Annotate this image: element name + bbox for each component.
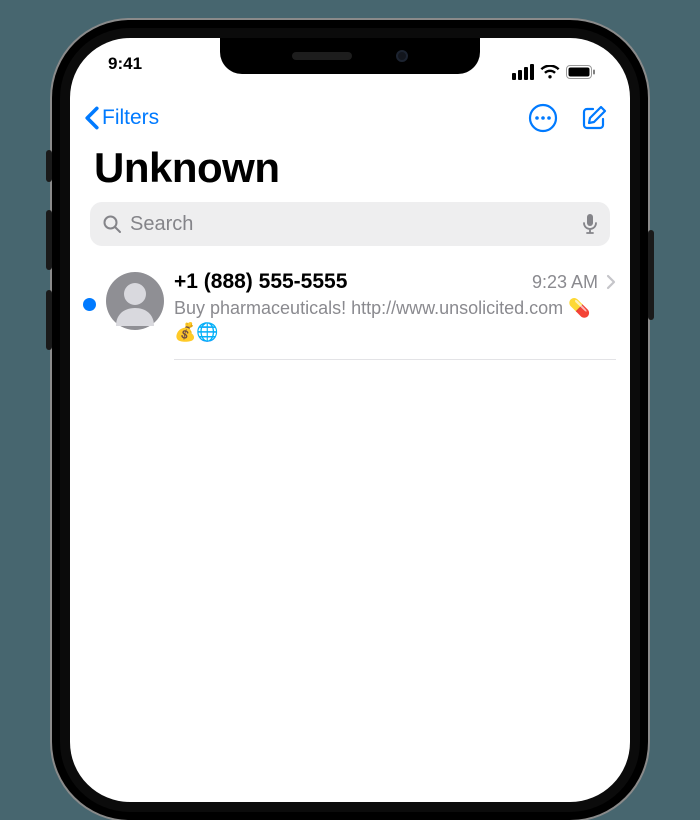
compose-icon — [580, 104, 608, 132]
message-preview: Buy pharmaceuticals! http://www.unsolici… — [174, 294, 616, 345]
power-button — [648, 230, 654, 320]
chevron-left-icon — [84, 106, 100, 130]
person-icon — [106, 272, 164, 330]
back-button[interactable]: Filters — [84, 106, 159, 130]
conversation-row[interactable]: +1 (888) 555-5555 9:23 AM Buy pharmaceut… — [70, 264, 630, 360]
search-input[interactable] — [130, 213, 574, 236]
conversation-list: +1 (888) 555-5555 9:23 AM Buy pharmaceut… — [70, 246, 630, 360]
ellipsis-circle-icon — [528, 103, 558, 133]
volume-down-button — [46, 290, 52, 350]
silence-switch — [46, 150, 52, 182]
search-icon — [102, 214, 122, 234]
avatar — [106, 272, 164, 330]
wifi-icon — [540, 65, 560, 80]
page-title: Unknown — [70, 138, 630, 202]
search-bar[interactable] — [90, 202, 610, 246]
sender-label: +1 (888) 555-5555 — [174, 270, 524, 294]
dictation-icon[interactable] — [582, 213, 598, 235]
status-time: 9:41 — [108, 54, 142, 90]
nav-bar: Filters — [70, 90, 630, 138]
battery-icon — [566, 65, 596, 79]
volume-up-button — [46, 210, 52, 270]
notch — [220, 38, 480, 74]
unread-indicator — [82, 270, 96, 311]
chevron-right-icon — [606, 274, 616, 290]
screen: 9:41 Filters — [70, 38, 630, 802]
timestamp: 9:23 AM — [532, 272, 598, 293]
phone-device-frame: 9:41 Filters — [52, 20, 648, 820]
cellular-signal-icon — [512, 64, 534, 80]
back-label: Filters — [102, 106, 159, 130]
more-button[interactable] — [528, 103, 558, 133]
compose-button[interactable] — [580, 104, 608, 132]
